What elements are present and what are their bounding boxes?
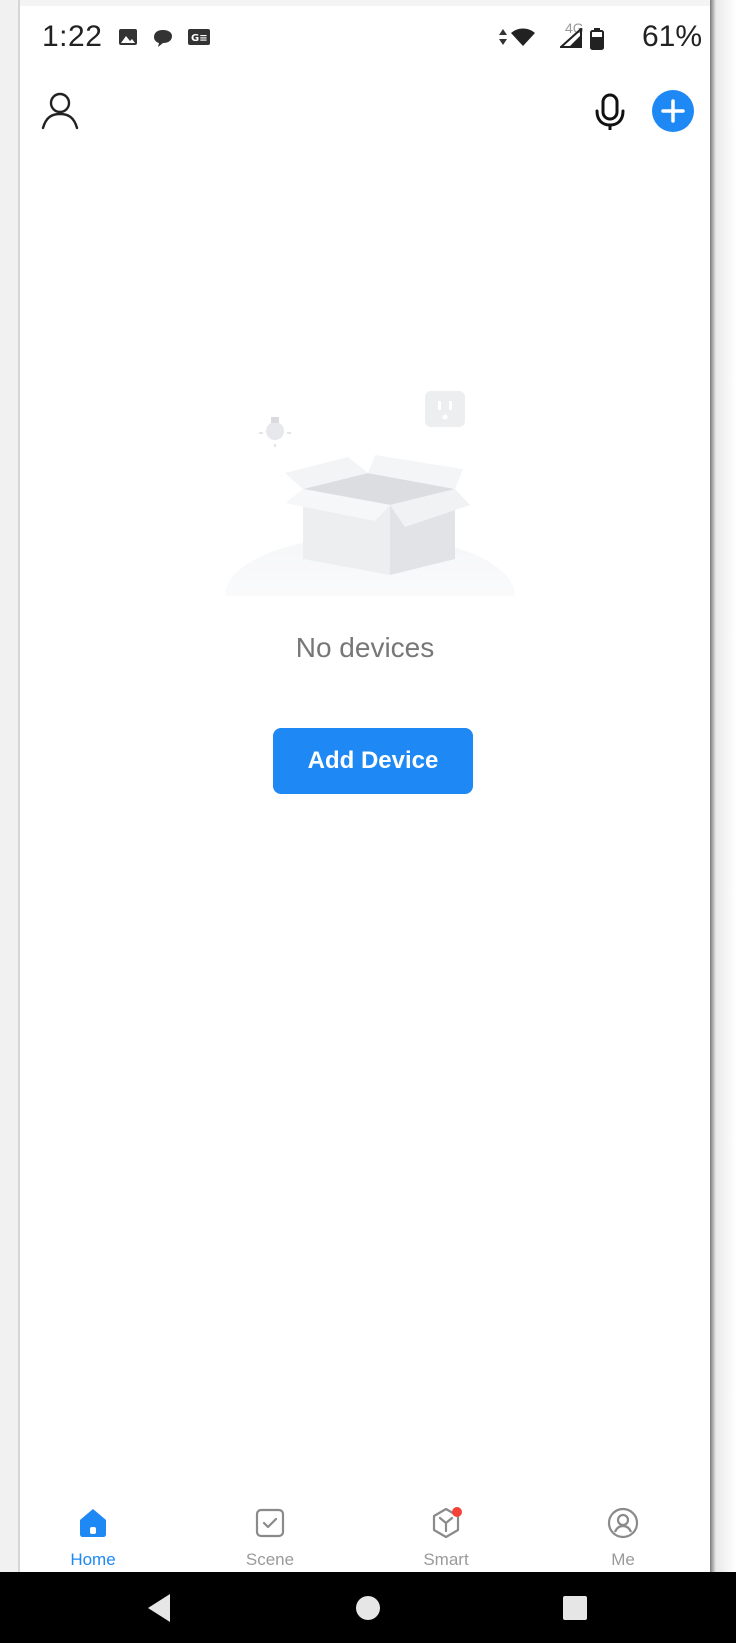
tab-smart[interactable]: Smart: [386, 1486, 506, 1572]
chat-notification-icon: [154, 30, 172, 47]
screenshot-frame-left: [0, 0, 20, 1572]
tab-home-label: Home: [70, 1550, 116, 1569]
tab-scene[interactable]: Scene: [210, 1486, 330, 1572]
battery-percentage: 61%: [641, 20, 702, 53]
tab-me-label: Me: [611, 1550, 635, 1569]
battery-icon: [590, 28, 604, 50]
tab-me[interactable]: Me: [563, 1486, 683, 1572]
recents-icon[interactable]: [555, 1588, 595, 1628]
empty-state-message: No devices: [295, 632, 435, 663]
svg-text:G≡: G≡: [191, 33, 208, 44]
smart-cube-icon: [432, 1507, 462, 1539]
screenshot-frame-right: [710, 0, 736, 1572]
user-icon[interactable]: [38, 88, 82, 132]
signal-icon: [560, 28, 582, 48]
home-nav-icon[interactable]: [348, 1588, 388, 1628]
lightbulb-icon: [259, 417, 291, 447]
scene-check-icon: [255, 1508, 285, 1538]
back-icon[interactable]: [140, 1588, 180, 1628]
status-time: 1:22: [42, 20, 103, 53]
tab-smart-label: Smart: [423, 1550, 469, 1569]
me-profile-icon: [607, 1507, 639, 1539]
system-navigation-bar: [0, 1572, 736, 1643]
tab-home[interactable]: Home: [33, 1486, 153, 1572]
add-device-plus-button[interactable]: [652, 90, 694, 132]
empty-box-illustration: [225, 391, 515, 596]
notification-badge: [452, 1507, 462, 1517]
home-icon: [80, 1509, 106, 1537]
add-device-button[interactable]: Add Device: [273, 728, 473, 794]
app-screen: 1:22 G≡ 4G 61% No devices Add Device Hom…: [20, 6, 710, 1572]
plus-icon: [661, 99, 685, 123]
app-notification-icon: G≡: [188, 29, 210, 45]
status-bar: 1:22 G≡ 4G 61%: [20, 6, 710, 64]
wifi-icon: [511, 28, 535, 46]
open-box-icon: [285, 455, 470, 575]
microphone-icon[interactable]: [592, 92, 628, 132]
bottom-tab-bar: Home Scene Smart Me: [20, 1486, 710, 1572]
tab-scene-label: Scene: [245, 1550, 295, 1569]
gallery-notification-icon: [119, 29, 137, 45]
smart-plug-icon: [425, 391, 465, 427]
data-transfer-icon: [499, 29, 507, 45]
